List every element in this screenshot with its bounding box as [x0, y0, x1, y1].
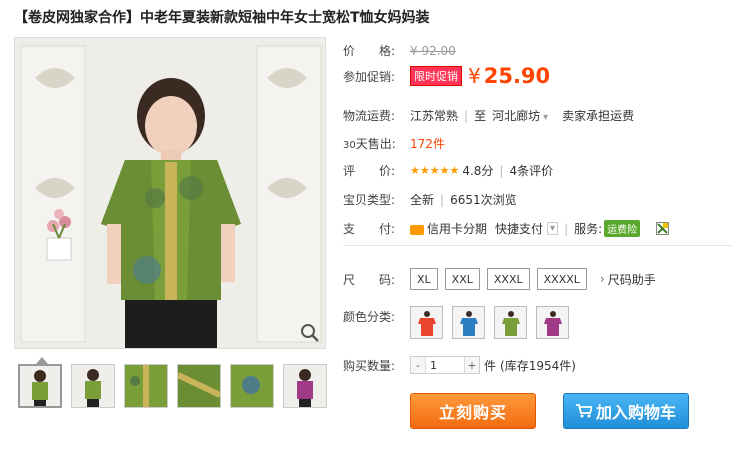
payment-label: 支 付:: [343, 222, 396, 236]
quantity-increment-button[interactable]: +: [465, 357, 479, 373]
freight-insurance-badge: 运费险: [604, 220, 641, 237]
stock-count: (库存1954件): [500, 358, 576, 373]
thumbnail-pointer: [36, 357, 48, 364]
thumbnail-5[interactable]: [230, 364, 274, 408]
color-label: 颜色分类:: [343, 310, 396, 324]
size-option-xxxxl[interactable]: XXXXL: [536, 268, 587, 290]
price-label: 价 格:: [343, 44, 396, 58]
ship-from: 江苏常熟: [410, 109, 459, 123]
thumbnail-image: [85, 369, 101, 407]
service-label: 服务:: [574, 222, 603, 236]
quantity-row: 购买数量: - 1 + 件 (库存1954件): [343, 356, 576, 374]
thumbnail-3[interactable]: [124, 364, 168, 408]
thumbnail-4[interactable]: [176, 364, 222, 408]
credit-installment[interactable]: 信用卡分期: [427, 220, 487, 237]
section-divider: [343, 245, 732, 246]
thumbnail-image: [125, 365, 167, 407]
ship-to-select[interactable]: 河北廊坊 ▾: [492, 107, 548, 124]
product-photo: [15, 38, 325, 348]
zoom-icon[interactable]: [299, 322, 321, 344]
quantity-unit: 件: [484, 358, 497, 373]
size-row: 尺 码: XL XXL XXXL XXXXL › 尺码助手: [343, 268, 656, 290]
sales-days: 30: [343, 140, 356, 151]
divider-bar: |: [564, 221, 569, 236]
rating-label: 评 价:: [343, 164, 396, 178]
shirt-icon: [459, 310, 478, 336]
color-row: 颜色分类:: [343, 306, 578, 339]
cart-icon: [575, 404, 592, 418]
review-count-link[interactable]: 4条评价: [509, 162, 553, 179]
credit-card-icon: [410, 224, 424, 235]
sales-label: 30天售出:: [343, 135, 410, 152]
quantity-stepper: - 1 +: [410, 356, 480, 374]
shirt-icon: [417, 310, 436, 336]
ship-to-prefix: 至: [474, 109, 487, 123]
shipping-fee: 卖家承担运费: [562, 109, 635, 123]
size-option-xl[interactable]: XL: [410, 268, 438, 290]
color-option-red[interactable]: [410, 306, 443, 339]
type-row: 宝贝类型: 全新 | 6651次浏览: [343, 191, 517, 208]
sales-label-text: 天售出:: [355, 137, 396, 151]
chevron-down-icon[interactable]: ▾: [547, 222, 559, 235]
condition: 全新: [410, 193, 435, 207]
type-label: 宝贝类型:: [343, 193, 396, 207]
add-to-cart-button[interactable]: 加入购物车: [563, 393, 689, 429]
divider-bar: |: [499, 163, 504, 178]
currency-symbol: ¥: [468, 64, 481, 88]
thumbnail-2[interactable]: [71, 364, 115, 408]
rating-stars: ★★★★★: [410, 164, 460, 177]
promo-tag: 限时促销: [410, 66, 462, 86]
shirt-icon: [543, 310, 562, 336]
thumbnail-image: [176, 365, 222, 407]
thumbnail-1[interactable]: [18, 364, 62, 408]
add-to-cart-label: 加入购物车: [595, 403, 676, 422]
product-info-panel: 价 格: ¥ 92.00 参加促销: 限时促销 ¥ 25.90 物流运费: 江苏…: [343, 0, 732, 452]
view-count: 6651次浏览: [450, 193, 517, 207]
size-option-xxl[interactable]: XXL: [444, 268, 480, 290]
size-helper-link[interactable]: 尺码助手: [608, 271, 656, 288]
thumbnail-image: [32, 370, 48, 406]
shipping-row: 物流运费: 江苏常熟 | 至 河北廊坊 ▾ 卖家承担运费: [343, 107, 634, 124]
chevron-right-icon: ›: [599, 272, 605, 286]
quick-pay[interactable]: 快捷支付: [495, 220, 543, 237]
chevron-down-icon: ▾: [543, 112, 549, 123]
rating-score: 4.8分: [462, 164, 494, 178]
original-price-row: 价 格: ¥ 92.00: [343, 42, 456, 59]
payment-row: 支 付: 信用卡分期 快捷支付 ▾ | 服务: 运费险: [343, 220, 670, 237]
promo-label: 参加促销:: [343, 69, 396, 84]
divider-bar: |: [440, 192, 445, 207]
sales-row: 30天售出: 172件: [343, 135, 445, 152]
thumbnail-strip: [18, 364, 327, 408]
size-option-xxxl[interactable]: XXXL: [486, 268, 530, 290]
promo-price-row: 参加促销: 限时促销 ¥ 25.90: [343, 64, 550, 88]
sales-count: 172件: [410, 137, 445, 151]
color-option-green[interactable]: [494, 306, 527, 339]
original-price: ¥ 92.00: [410, 43, 456, 58]
color-option-blue[interactable]: [452, 306, 485, 339]
ship-to-value: 河北廊坊: [492, 109, 541, 123]
quantity-input[interactable]: 1: [425, 357, 465, 373]
divider-bar: |: [464, 108, 469, 123]
buy-now-button[interactable]: 立刻购买: [410, 393, 536, 429]
shirt-icon: [501, 310, 520, 336]
size-label: 尺 码:: [343, 272, 396, 287]
shipping-label: 物流运费:: [343, 109, 396, 123]
guarantee-icon[interactable]: [656, 222, 670, 235]
main-product-image[interactable]: [14, 37, 326, 349]
promo-price: 25.90: [483, 64, 551, 88]
quantity-label: 购买数量:: [343, 358, 396, 373]
quantity-decrement-button[interactable]: -: [411, 357, 425, 373]
thumbnail-image: [297, 369, 313, 407]
thumbnail-image: [231, 365, 273, 407]
rating-row: 评 价: ★★★★★ 4.8分 | 4条评价: [343, 162, 553, 179]
color-option-purple[interactable]: [536, 306, 569, 339]
thumbnail-6[interactable]: [283, 364, 327, 408]
